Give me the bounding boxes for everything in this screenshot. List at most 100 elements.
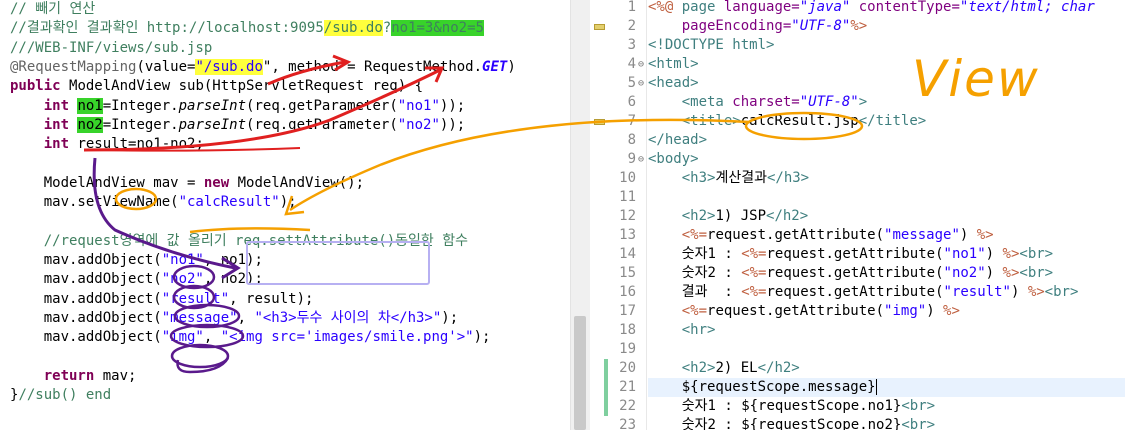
code-token: "text/html; char bbox=[959, 0, 1095, 15]
code-token: @RequestMapping bbox=[10, 58, 137, 75]
code-line[interactable]: mav.addObject("result", result); bbox=[10, 290, 314, 309]
code-line[interactable]: <!DOCTYPE html> bbox=[648, 36, 774, 55]
code-token: 1) JSP bbox=[715, 208, 767, 224]
code-line[interactable]: </head> bbox=[648, 131, 707, 150]
code-token: "result" bbox=[943, 284, 1011, 300]
code-line[interactable]: int no2=Integer.parseInt(req.getParamete… bbox=[10, 116, 465, 135]
line-number: 16 bbox=[619, 284, 636, 300]
code-token: <br> bbox=[901, 417, 936, 430]
code-token: GET bbox=[482, 58, 508, 75]
code-line[interactable]: 숫자1 : ${requestScope.no1}<br> bbox=[648, 397, 935, 416]
code-line[interactable]: int result=no1-no2; bbox=[10, 135, 204, 154]
code-line[interactable]: <%=request.getAttribute("message") %> bbox=[648, 226, 994, 245]
code-token: </head> bbox=[648, 132, 708, 148]
code-line[interactable]: mav.addObject("img", "<img src='images/s… bbox=[10, 328, 491, 347]
change-marker-icon bbox=[594, 119, 605, 125]
code-token: int bbox=[43, 116, 78, 133]
code-line[interactable]: }//sub() end bbox=[10, 386, 111, 405]
code-token: "message" bbox=[884, 227, 960, 243]
code-line[interactable]: mav.setViewName("calcResult"); bbox=[10, 193, 297, 212]
code-line[interactable]: ModelAndView mav = new ModelAndView(); bbox=[10, 174, 364, 193]
code-token: int bbox=[43, 136, 78, 153]
code-line[interactable]: <h2>1) JSP</h2> bbox=[648, 207, 808, 226]
code-line[interactable]: mav.addObject("no1", no1); bbox=[10, 251, 263, 270]
code-token: "/sub.do bbox=[195, 58, 263, 75]
code-token: ${requestScope.message} bbox=[648, 379, 876, 395]
code-token: %> bbox=[1002, 246, 1020, 262]
code-line[interactable]: <%@ page language="java" contentType="te… bbox=[648, 0, 1095, 17]
jsp-editor-pane[interactable]: 1 2 3 4 5 6 7 8 9 10 11 12 13 14 15 16 17 18 19 20 21 22 23 ⊖ ⊖ ⊖… bbox=[590, 0, 1125, 430]
code-token: <br> bbox=[1019, 246, 1054, 262]
line-number: 8 bbox=[627, 132, 636, 148]
code-line[interactable]: <hr> bbox=[648, 321, 716, 340]
code-token: <meta bbox=[681, 94, 733, 110]
code-token: 숫자1 : ${requestScope.no1} bbox=[648, 398, 902, 414]
code-token: =Integer. bbox=[102, 97, 179, 114]
code-token: ) bbox=[926, 303, 944, 319]
code-token: , bbox=[237, 309, 255, 326]
code-line[interactable]: <%=request.getAttribute("img") %> bbox=[648, 302, 960, 321]
code-token: </title> bbox=[858, 113, 927, 129]
code-line[interactable]: return mav; bbox=[10, 367, 137, 386]
code-line[interactable]: mav.addObject("message", "<h3>두수 사이의 차</… bbox=[10, 309, 458, 328]
code-line[interactable]: 결과 : <%=request.getAttribute("result") %… bbox=[648, 283, 1079, 302]
code-token: ? bbox=[382, 20, 392, 37]
code-token: public bbox=[10, 78, 70, 95]
code-token: language= bbox=[723, 0, 800, 15]
code-token: =Integer. bbox=[102, 116, 179, 133]
line-number: 3 bbox=[627, 37, 636, 53]
line-number: 15 bbox=[619, 265, 636, 281]
line-number: 11 bbox=[619, 189, 636, 205]
code-line[interactable]: <meta charset="UTF-8"> bbox=[648, 93, 867, 112]
code-line[interactable]: ${requestScope.message} bbox=[648, 378, 877, 397]
code-token: mav.setViewName( bbox=[10, 194, 179, 210]
code-token: //결과확인 결과확인 http://localhost:9095 bbox=[10, 20, 324, 37]
code-line[interactable]: 숫자2 : ${requestScope.no2}<br> bbox=[648, 416, 935, 430]
code-token: <%= bbox=[741, 246, 767, 262]
code-token: ///WEB-INF/views/sub.jsp bbox=[10, 39, 213, 56]
code-token: page bbox=[681, 0, 724, 15]
code-token: ) bbox=[985, 246, 1003, 262]
line-number: 23 bbox=[619, 417, 636, 430]
code-line[interactable]: //결과확인 결과확인 http://localhost:9095/sub.do… bbox=[10, 19, 484, 38]
scrollbar-thumb[interactable] bbox=[574, 316, 586, 430]
code-token: parseInt bbox=[178, 116, 247, 133]
code-token: 2) EL bbox=[715, 360, 758, 376]
code-token: "<img src='images/smile.png'>" bbox=[220, 329, 474, 346]
code-line[interactable]: public ModelAndView sub(HttpServletReque… bbox=[10, 77, 423, 96]
line-number: 4 bbox=[627, 56, 636, 72]
line-number: 19 bbox=[619, 341, 636, 357]
code-line[interactable]: pageEncoding="UTF-8"%> bbox=[648, 17, 867, 36]
code-token: <br> bbox=[1044, 284, 1079, 300]
code-token: ) bbox=[1010, 284, 1028, 300]
code-line[interactable]: <head> bbox=[648, 74, 699, 93]
code-line[interactable]: 숫자1 : <%=request.getAttribute("no1") %><… bbox=[648, 245, 1053, 264]
fold-toggle-icon[interactable]: ⊖ bbox=[638, 150, 644, 169]
code-line[interactable]: int no1=Integer.parseInt(req.getParamete… bbox=[10, 97, 465, 116]
left-editor-scrollbar[interactable] bbox=[570, 0, 590, 430]
code-line[interactable]: 숫자2 : <%=request.getAttribute("no2") %><… bbox=[648, 264, 1053, 283]
line-number: 17 bbox=[619, 303, 636, 319]
code-line[interactable]: <body> bbox=[648, 150, 699, 169]
code-line[interactable]: <h3>계산결과</h3> bbox=[648, 169, 809, 188]
code-token: <%= bbox=[681, 303, 708, 319]
code-token: ) bbox=[959, 227, 977, 243]
code-token: <title> bbox=[681, 113, 741, 129]
code-line[interactable]: <title>calcResult.jsp</title> bbox=[648, 112, 926, 131]
fold-toggle-icon[interactable]: ⊖ bbox=[638, 74, 644, 93]
code-line[interactable]: mav.addObject("no2", no2); bbox=[10, 270, 263, 289]
code-token: contentType= bbox=[858, 0, 960, 15]
code-line[interactable]: // 빼기 연산 bbox=[10, 0, 95, 19]
code-line[interactable]: <html> bbox=[648, 55, 699, 74]
code-line[interactable]: @RequestMapping(value="/sub.do", method … bbox=[10, 58, 516, 77]
fold-toggle-icon[interactable]: ⊖ bbox=[638, 55, 644, 74]
line-number: 13 bbox=[619, 227, 636, 243]
code-token: mav.addObject( bbox=[10, 290, 162, 307]
code-line[interactable]: ///WEB-INF/views/sub.jsp bbox=[10, 39, 212, 58]
code-token: calcResult.jsp bbox=[740, 113, 859, 129]
code-line[interactable]: <h2>2) EL</h2> bbox=[648, 359, 800, 378]
java-editor-pane[interactable]: // 빼기 연산 //결과확인 결과확인 http://localhost:909… bbox=[0, 0, 570, 430]
